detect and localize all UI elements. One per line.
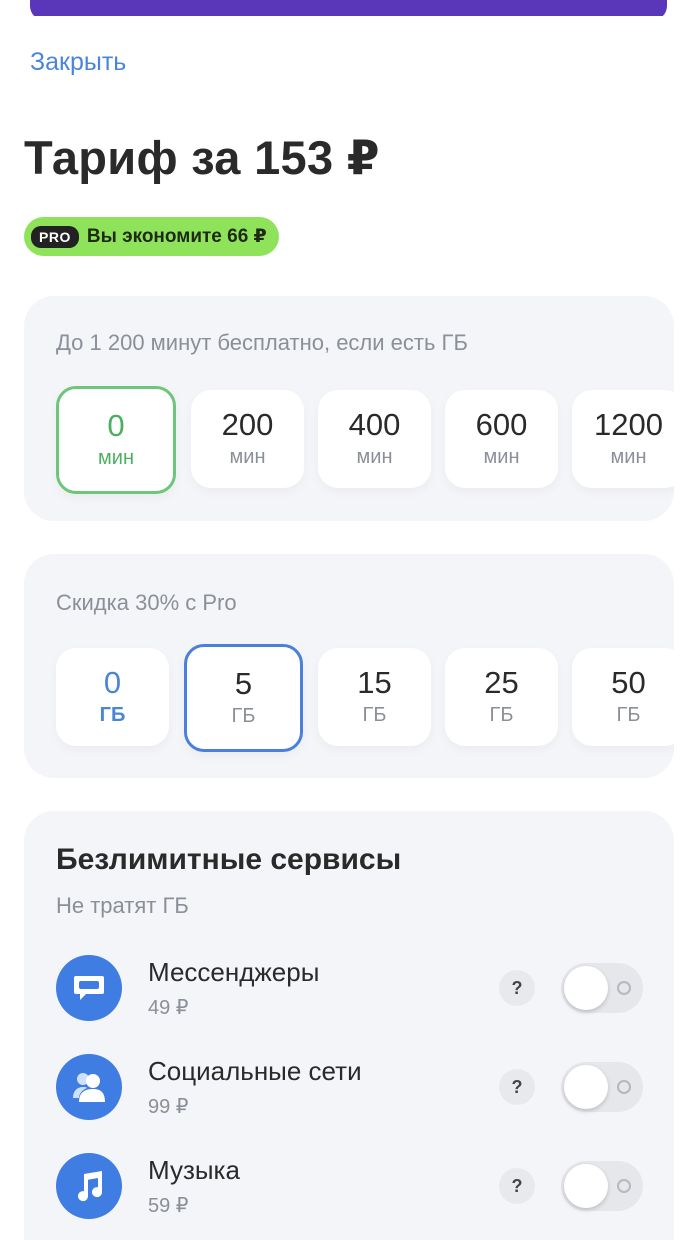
option-unit: ГБ [231, 705, 256, 727]
option-value: 200 [221, 407, 274, 442]
toggle-off-indicator [617, 1080, 631, 1094]
minutes-options: 0 мин 200 мин 400 мин 600 мин 1200 мин [56, 386, 674, 496]
option-unit: ГБ [616, 704, 641, 726]
close-button[interactable]: Закрыть [30, 48, 126, 77]
option-unit: ГБ [362, 704, 387, 726]
option-value: 600 [475, 407, 528, 442]
gigabytes-option-0[interactable]: 0 ГБ [56, 648, 169, 746]
chat-bubble-icon [56, 955, 122, 1021]
toggle-knob [564, 966, 608, 1010]
gigabytes-option-25[interactable]: 25 ГБ [445, 648, 558, 746]
minutes-panel: До 1 200 минут бесплатно, если есть ГБ 0… [24, 296, 674, 521]
services-title: Безлимитные сервисы [56, 843, 402, 876]
savings-badge: PRO Вы экономите 66 ₽ [24, 217, 279, 256]
service-row-social: Социальные сети 99 ₽ ? [56, 1054, 656, 1124]
service-name: Социальные сети [148, 1056, 362, 1086]
option-unit: мин [483, 446, 520, 468]
toggle-knob [564, 1065, 608, 1109]
services-panel: Безлимитные сервисы Не тратят ГБ Мессенд… [24, 811, 674, 1240]
option-unit: мин [229, 446, 266, 468]
option-value: 15 [357, 665, 392, 700]
service-row-messengers: Мессенджеры 49 ₽ ? [56, 955, 656, 1025]
services-subtitle: Не тратят ГБ [56, 893, 189, 918]
service-price: 59 ₽ [148, 1195, 189, 1217]
service-name: Музыка [148, 1155, 240, 1185]
option-unit: мин [356, 446, 393, 468]
service-price: 49 ₽ [148, 997, 189, 1019]
toggle-off-indicator [617, 1179, 631, 1193]
minutes-option-400[interactable]: 400 мин [318, 390, 431, 488]
gigabytes-option-50[interactable]: 50 ГБ [572, 648, 674, 746]
music-toggle[interactable] [561, 1161, 643, 1211]
gigabytes-options: 0 ГБ 5 ГБ 15 ГБ 25 ГБ 50 ГБ [56, 644, 674, 754]
gigabytes-caption: Скидка 30% с Pro [56, 590, 237, 615]
option-unit: мин [98, 447, 134, 469]
toggle-off-indicator [617, 981, 631, 995]
help-button[interactable]: ? [499, 970, 535, 1006]
option-value: 0 [103, 665, 122, 700]
option-value: 25 [484, 665, 519, 700]
social-toggle[interactable] [561, 1062, 643, 1112]
gigabytes-option-15[interactable]: 15 ГБ [318, 648, 431, 746]
minutes-option-0[interactable]: 0 мин [56, 386, 176, 494]
people-icon [56, 1054, 122, 1120]
option-value: 0 [107, 408, 125, 443]
page-title: Тариф за 153 ₽ [24, 131, 380, 184]
minutes-option-600[interactable]: 600 мин [445, 390, 558, 488]
service-name: Мессенджеры [148, 957, 320, 987]
music-note-icon [56, 1153, 122, 1219]
option-value: 5 [234, 666, 253, 701]
minutes-caption: До 1 200 минут бесплатно, если есть ГБ [56, 330, 468, 355]
minutes-option-200[interactable]: 200 мин [191, 390, 304, 488]
service-row-music: Музыка 59 ₽ ? [56, 1153, 656, 1223]
pro-chip: PRO [31, 225, 79, 248]
minutes-option-1200[interactable]: 1200 мин [572, 390, 674, 488]
service-price: 99 ₽ [148, 1096, 189, 1118]
option-unit: ГБ [99, 704, 126, 726]
option-value: 400 [348, 407, 401, 442]
toggle-knob [564, 1164, 608, 1208]
gigabytes-option-5[interactable]: 5 ГБ [184, 644, 303, 752]
help-button[interactable]: ? [499, 1069, 535, 1105]
help-button[interactable]: ? [499, 1168, 535, 1204]
gigabytes-panel: Скидка 30% с Pro 0 ГБ 5 ГБ 15 ГБ 25 ГБ 5… [24, 554, 674, 778]
option-value: 1200 [594, 407, 663, 442]
option-unit: ГБ [489, 704, 514, 726]
option-unit: мин [610, 446, 647, 468]
messengers-toggle[interactable] [561, 963, 643, 1013]
savings-text: Вы экономите 66 ₽ [86, 226, 267, 247]
option-value: 50 [611, 665, 646, 700]
